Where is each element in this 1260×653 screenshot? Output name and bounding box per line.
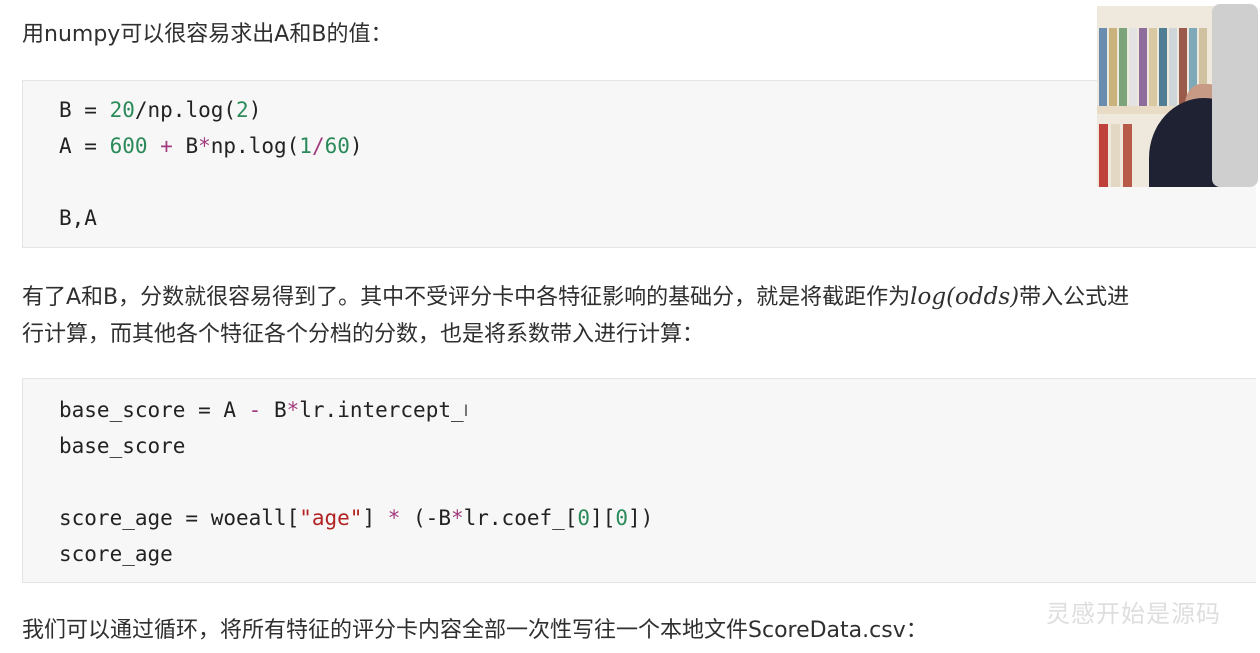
side-panel <box>1212 4 1258 187</box>
code-token: lr.coef_[ <box>463 506 578 530</box>
code-operator: + <box>147 134 186 158</box>
code-token: B = <box>59 98 110 122</box>
code-line: B = 20/np.log(2) <box>59 95 261 125</box>
code-line: score_age = woeall["age"] * (-B*lr.coef_… <box>59 503 653 533</box>
book <box>1099 28 1107 106</box>
intro-text: 用numpy可以很容易求出A和B的值： <box>22 22 393 47</box>
middle-text-post: 带入公式进 <box>1019 285 1130 310</box>
code-number: 60 <box>324 134 350 158</box>
middle-paragraph-line1: 有了A和B，分数就很容易得到了。其中不受评分卡中各特征影响的基础分，就是将截距作… <box>22 278 1129 317</box>
code-number: 0 <box>615 506 629 530</box>
book <box>1099 124 1108 187</box>
code-token: A = <box>59 134 110 158</box>
book <box>1139 28 1147 106</box>
book <box>1119 28 1127 106</box>
code-cell-2[interactable]: base_score = A - B*lr.intercept_I base_s… <box>22 378 1256 583</box>
code-token: base_score <box>59 434 186 458</box>
closing-paragraph: 我们可以通过循环，将所有特征的评分卡内容全部一次性写往一个本地文件ScoreDa… <box>22 612 928 650</box>
code-token: B <box>185 134 199 158</box>
code-operator: * <box>387 506 401 530</box>
book <box>1123 124 1132 187</box>
code-operator: * <box>198 134 211 158</box>
book <box>1129 28 1137 106</box>
code-operator: * <box>286 398 300 422</box>
book <box>1149 28 1157 106</box>
code-token: ) <box>349 134 363 158</box>
code-token: ] <box>362 506 388 530</box>
code-token: lr.intercept_ <box>299 398 464 422</box>
code-line: base_score = A - B*lr.intercept_I <box>59 395 468 426</box>
code-token: ) <box>248 98 262 122</box>
closing-text: 我们可以通过循环，将所有特征的评分卡内容全部一次性写往一个本地文件ScoreDa… <box>22 618 928 643</box>
code-token: ][ <box>590 506 616 530</box>
code-operator: - <box>248 398 262 422</box>
code-token: np.log( <box>210 134 300 158</box>
book <box>1159 28 1167 106</box>
code-number: 2 <box>236 98 249 122</box>
math-formula: log(odds) <box>910 284 1020 310</box>
code-token: score_age <box>59 542 173 566</box>
code-cell-1[interactable]: B = 20/np.log(2) A = 600 + B*np.log(1/60… <box>22 80 1256 248</box>
code-token: B <box>261 398 287 422</box>
intro-paragraph: 用numpy可以很容易求出A和B的值： <box>22 16 392 54</box>
code-number: 600 <box>109 134 148 158</box>
code-line: B,A <box>59 203 97 233</box>
book <box>1109 28 1117 106</box>
middle-text-pre: 有了A和B，分数就很容易得到了。其中不受评分卡中各特征影响的基础分，就是将截距作… <box>22 285 911 310</box>
code-token: score_age = woeall[ <box>59 506 300 530</box>
code-number: 20 <box>109 98 135 122</box>
code-operator: * <box>450 506 464 530</box>
code-token: base_score = A <box>59 398 249 422</box>
middle-text-line2: 行计算，而其他各个特征各个分档的分数，也是将系数带入进行计算： <box>22 322 705 347</box>
code-operator: / <box>311 134 325 158</box>
code-token: B,A <box>59 206 97 230</box>
code-token: /np.log( <box>134 98 237 122</box>
code-number: 1 <box>299 134 312 158</box>
code-number: 0 <box>577 506 591 530</box>
code-token: (-B <box>400 506 451 530</box>
book <box>1169 28 1177 106</box>
code-line: base_score <box>59 431 185 461</box>
text-cursor-icon: I <box>463 401 469 420</box>
middle-paragraph-line2: 行计算，而其他各个特征各个分档的分数，也是将系数带入进行计算： <box>22 316 704 354</box>
watermark: 灵感开始是源码 <box>1046 600 1221 628</box>
book <box>1111 124 1120 187</box>
code-line: score_age <box>59 539 173 569</box>
code-line: A = 600 + B*np.log(1/60) <box>59 131 363 161</box>
code-token: ]) <box>628 506 654 530</box>
code-string: "age" <box>299 506 363 530</box>
